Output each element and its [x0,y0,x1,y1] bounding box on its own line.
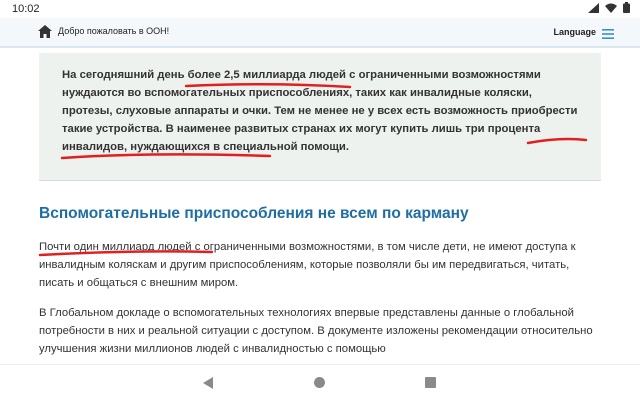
status-icons [588,2,630,13]
system-nav-bar [0,364,640,401]
paragraph-2: В Глобальном докладе о вспомогательных т… [39,307,593,355]
recents-icon[interactable] [425,377,436,388]
site-header: Добро пожаловать в ООН! Language [0,18,640,48]
battery-icon [623,2,630,13]
callout-text: На сегодняшний день более 2,5 миллиарда … [62,69,578,153]
menu-icon[interactable] [602,26,614,39]
section-title: Вспомогательные приспособления не всем п… [39,205,469,222]
home-circle-icon[interactable] [314,377,325,388]
highlight-callout: На сегодняшний день более 2,5 миллиарда … [39,53,601,181]
status-bar: 10:02 [0,0,640,18]
paragraph-1: Почти один миллиард людей с ограниченным… [39,241,576,289]
home-icon[interactable] [38,25,52,38]
welcome-text[interactable]: Добро пожаловать в ООН! [58,26,169,36]
wifi-icon [605,3,617,13]
language-button[interactable]: Language [553,27,596,37]
status-time: 10:02 [12,3,40,15]
back-icon[interactable] [202,376,214,389]
signal-icon [588,2,599,13]
